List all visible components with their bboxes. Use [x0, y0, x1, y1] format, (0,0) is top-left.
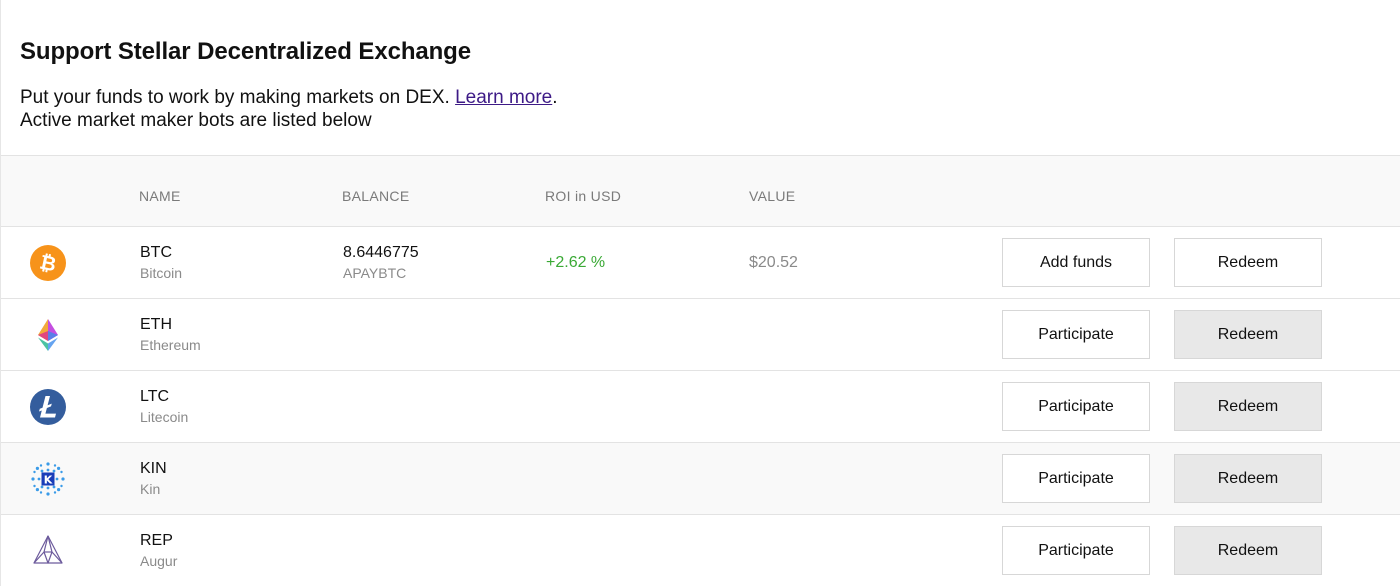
redeem-button[interactable]: Redeem	[1174, 526, 1322, 575]
table-row-rep: REP Augur Participate Redeem	[1, 515, 1400, 586]
participate-button[interactable]: Participate	[1002, 526, 1150, 575]
column-header-name: NAME	[139, 188, 181, 204]
coin-full-name: Augur	[140, 553, 178, 569]
table-row-eth: ETH Ethereum Participate Redeem	[1, 299, 1400, 371]
table-row-btc: ₿ BTC Bitcoin 8.6446775 APAYBTC +2.62 % …	[1, 227, 1400, 299]
coin-symbol: REP	[140, 532, 173, 549]
coin-name: REP Augur	[140, 532, 177, 570]
coin-full-name: Kin	[140, 481, 161, 497]
coin-name: ETH Ethereum	[140, 316, 201, 354]
coin-symbol: LTC	[140, 388, 170, 405]
column-header-value: VALUE	[749, 188, 796, 204]
balance-value: 8.6446775	[343, 244, 419, 261]
participate-button[interactable]: Participate	[1002, 454, 1150, 503]
header: Support Stellar Decentralized Exchange	[20, 38, 471, 66]
page-title: Support Stellar Decentralized Exchange	[20, 38, 471, 65]
coin-full-name: Ethereum	[140, 337, 201, 353]
redeem-button[interactable]: Redeem	[1174, 238, 1322, 287]
augur-icon	[33, 535, 63, 564]
table-header: NAME BALANCE ROI in USD VALUE	[1, 155, 1400, 227]
learn-more-link[interactable]: Learn more	[455, 87, 552, 108]
coin-symbol: BTC	[140, 244, 172, 261]
balance-unit: APAYBTC	[343, 265, 407, 281]
page: Support Stellar Decentralized Exchange P…	[0, 0, 1400, 586]
roi-value: +2.62 %	[546, 254, 606, 271]
participate-button[interactable]: Participate	[1002, 310, 1150, 359]
ethereum-icon	[38, 319, 58, 351]
description-period: .	[552, 87, 558, 108]
description-line-1: Put your funds to work by making markets…	[20, 86, 920, 109]
column-header-balance: BALANCE	[342, 188, 410, 204]
coin-symbol: KIN	[140, 460, 167, 477]
bitcoin-icon: ₿	[30, 245, 66, 281]
redeem-button[interactable]: Redeem	[1174, 382, 1322, 431]
participate-button[interactable]: Participate	[1002, 382, 1150, 431]
redeem-button[interactable]: Redeem	[1174, 454, 1322, 503]
litecoin-icon	[30, 389, 66, 425]
description-text: Put your funds to work by making markets…	[20, 87, 456, 108]
description-line-2: Active market maker bots are listed belo…	[20, 110, 372, 131]
redeem-button[interactable]: Redeem	[1174, 310, 1322, 359]
table-row-ltc: LTC Litecoin Participate Redeem	[1, 371, 1400, 443]
kin-icon: K	[31, 462, 65, 496]
add-funds-button[interactable]: Add funds	[1002, 238, 1150, 287]
coin-symbol: ETH	[140, 316, 172, 333]
coin-name: BTC Bitcoin	[140, 244, 182, 282]
coin-full-name: Litecoin	[140, 409, 189, 425]
balance: 8.6446775 APAYBTC	[343, 244, 419, 282]
coin-full-name: Bitcoin	[140, 265, 183, 281]
column-header-roi: ROI in USD	[545, 188, 622, 204]
svg-text:K: K	[44, 474, 53, 487]
usd-value: $20.52	[749, 254, 798, 271]
table-row-kin: K KIN Kin Participate Redeem	[1, 443, 1400, 515]
coin-name: LTC Litecoin	[140, 388, 188, 426]
description: Put your funds to work by making markets…	[20, 86, 920, 132]
coin-name: KIN Kin	[140, 460, 167, 498]
market-table: NAME BALANCE ROI in USD VALUE ₿ BTC Bitc…	[1, 155, 1400, 586]
